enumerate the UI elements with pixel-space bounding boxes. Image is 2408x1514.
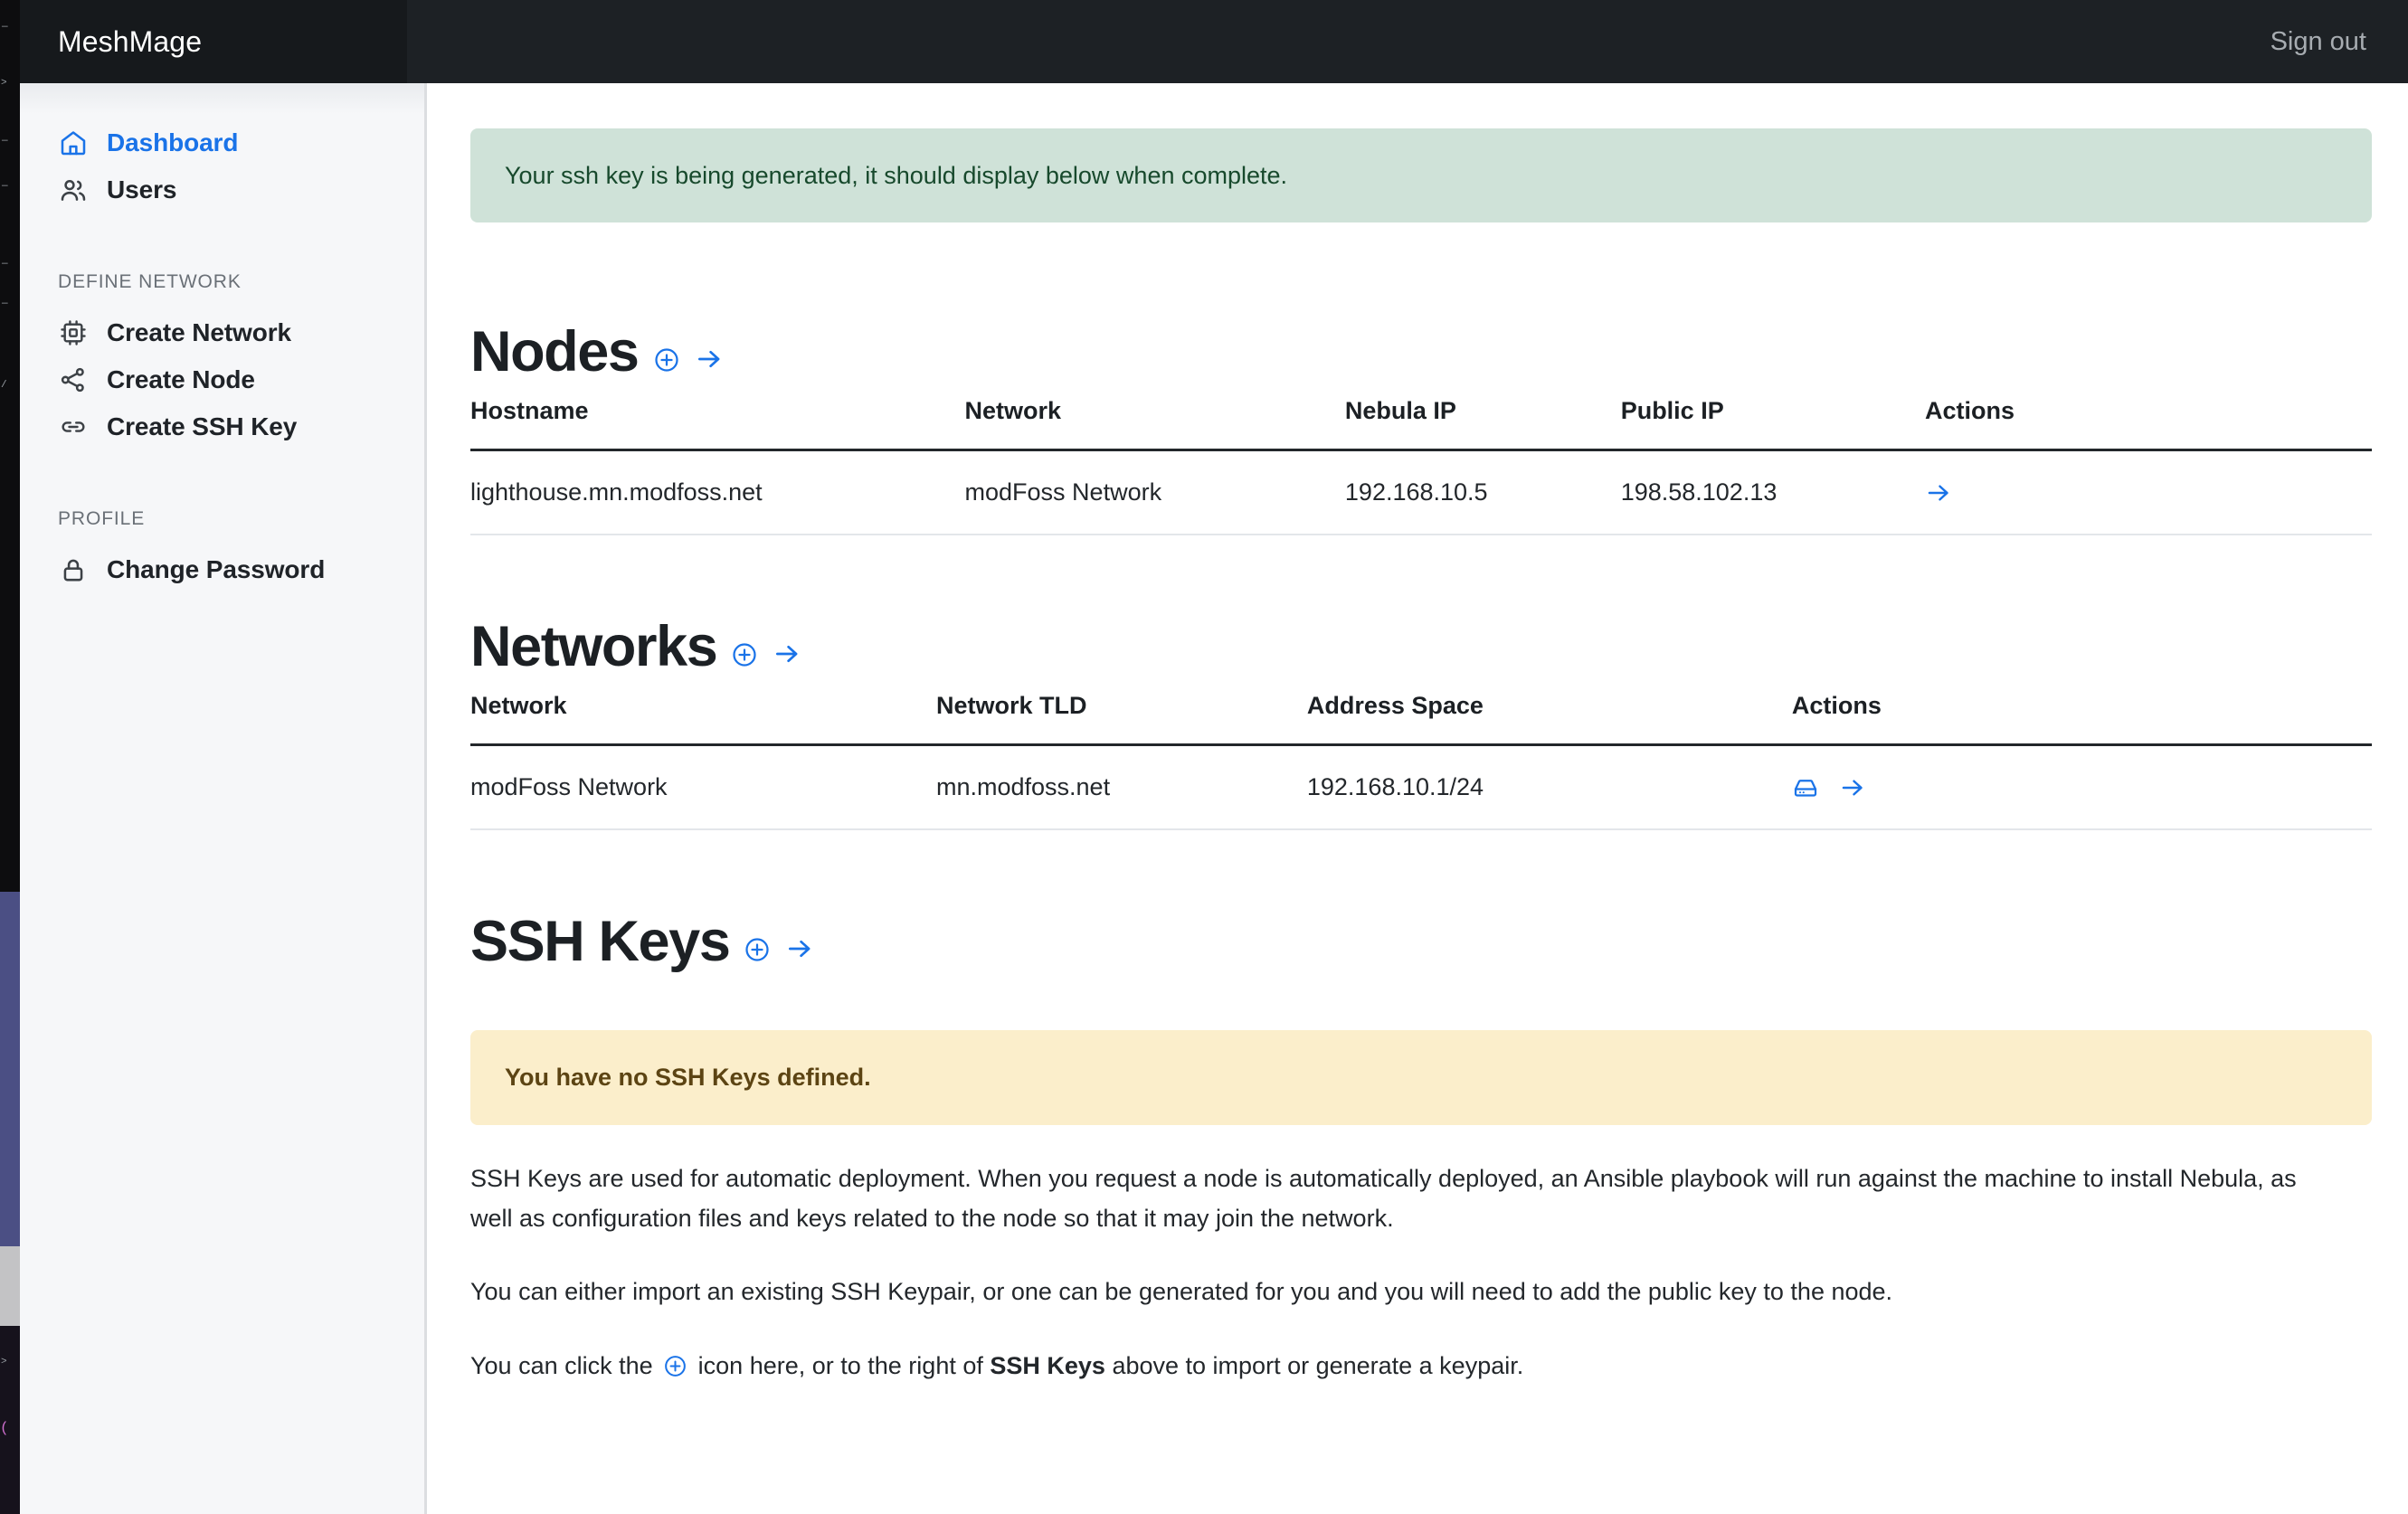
nodes-table: Hostname Network Nebula IP Public IP Act… — [470, 397, 2372, 536]
column-header: Network TLD — [935, 692, 1307, 747]
view-node-link[interactable] — [1925, 479, 1952, 506]
sidebar-item-create-network[interactable]: Create Network — [20, 309, 424, 356]
table-row: modFoss Network mn.modfoss.net 192.168.1… — [470, 744, 2372, 831]
bg-glyph: — — [2, 259, 8, 270]
sidebar-section-define-network: DEFINE NETWORK — [58, 271, 242, 292]
add-ssh-key-button[interactable] — [744, 936, 771, 970]
sidebar-item-change-password[interactable]: Change Password — [20, 546, 424, 593]
column-header: Actions — [1925, 397, 2372, 452]
add-network-button[interactable] — [731, 641, 758, 676]
bg-glyph: — — [2, 136, 8, 147]
bg-glyph: — — [2, 298, 8, 309]
node-nebula-ip-cell: 192.168.10.5 — [1344, 449, 1621, 536]
page-title-ssh-keys: SSH Keys — [470, 910, 731, 974]
ssh-key-generating-alert: Your ssh key is being generated, it shou… — [470, 128, 2372, 223]
view-all-ssh-keys-link[interactable] — [785, 934, 814, 970]
sidebar-item-dashboard[interactable]: Dashboard — [20, 119, 424, 166]
brand-block[interactable]: MeshMage — [20, 0, 407, 83]
view-all-nodes-link[interactable] — [695, 345, 724, 381]
sidebar-item-label: Create Node — [107, 365, 255, 393]
app-window: MeshMage Sign out Dashboard Users DEFINE… — [20, 0, 2408, 1514]
sign-out-link[interactable]: Sign out — [2271, 27, 2408, 57]
cpu-icon — [58, 317, 89, 348]
bg-glyph: — — [2, 181, 8, 192]
bg-glyph: > — [1, 78, 7, 89]
ssh-keys-paragraph-3: You can click the icon here, or to the r… — [470, 1347, 2307, 1386]
background-window-sliver: — > — — — — / > ( — [0, 0, 20, 1514]
link-icon — [58, 412, 89, 442]
column-header: Nebula IP — [1344, 397, 1621, 452]
page-title-nodes: Nodes — [470, 320, 640, 384]
network-name-cell: modFoss Network — [470, 744, 936, 831]
sidebar-item-label: Users — [107, 175, 177, 203]
network-actions-cell — [1791, 744, 2372, 831]
app-title: MeshMage — [58, 24, 203, 58]
network-address-space-cell: 192.168.10.1/24 — [1306, 744, 1792, 831]
sidebar: Dashboard Users DEFINE NETWORK Create Ne… — [20, 83, 427, 1514]
network-tld-cell: mn.modfoss.net — [935, 744, 1307, 831]
table-header-row: Hostname Network Nebula IP Public IP Act… — [470, 397, 2372, 452]
users-icon — [58, 175, 89, 205]
column-header: Network — [964, 397, 1345, 452]
node-network-cell: modFoss Network — [964, 449, 1345, 536]
node-hostname-cell: lighthouse.mn.modfoss.net — [470, 449, 965, 536]
paragraph-3-part-b: icon here, or to the right of — [697, 1352, 983, 1380]
node-public-ip-cell: 198.58.102.13 — [1620, 449, 1925, 536]
alert-text: Your ssh key is being generated, it shou… — [505, 162, 1288, 189]
sidebar-item-create-ssh-key[interactable]: Create SSH Key — [20, 403, 424, 450]
column-header: Actions — [1791, 692, 2372, 747]
view-all-networks-link[interactable] — [773, 639, 801, 676]
home-icon — [58, 128, 89, 158]
column-header: Address Space — [1306, 692, 1792, 747]
node-actions-cell — [1925, 449, 2372, 536]
sidebar-item-label: Dashboard — [107, 128, 239, 156]
bg-glyph: — — [2, 22, 8, 33]
ssh-keys-section-header: SSH Keys — [470, 913, 2372, 970]
plus-circle-icon[interactable] — [663, 1354, 687, 1378]
sidebar-item-create-node[interactable]: Create Node — [20, 356, 424, 403]
bg-glyph: / — [1, 380, 7, 391]
add-node-button[interactable] — [653, 346, 680, 381]
sidebar-section-profile: PROFILE — [58, 508, 146, 529]
bg-editor-strip — [0, 0, 20, 892]
column-header: Hostname — [470, 397, 965, 452]
sidebar-item-label: Create Network — [107, 318, 292, 346]
networks-section-header: Networks — [470, 619, 2372, 676]
ssh-keys-paragraph-1: SSH Keys are used for automatic deployme… — [470, 1164, 2297, 1232]
column-header: Network — [470, 692, 936, 747]
bg-gray-strip — [0, 1246, 20, 1326]
no-ssh-keys-alert: You have no SSH Keys defined. — [470, 1030, 2372, 1125]
sidebar-item-label: Change Password — [107, 555, 326, 583]
top-bar: MeshMage Sign out — [20, 0, 2408, 83]
nodes-section-header: Nodes — [470, 324, 2372, 381]
hard-drive-icon[interactable] — [1792, 774, 1819, 801]
table-row: lighthouse.mn.modfoss.net modFoss Networ… — [470, 449, 2372, 536]
bg-indigo-strip — [0, 892, 20, 1246]
bg-glyph-pink: ( — [0, 1420, 9, 1436]
paragraph-3-part-a: You can click the — [470, 1352, 653, 1380]
networks-table: Network Network TLD Address Space Action… — [470, 692, 2372, 831]
column-header: Public IP — [1620, 397, 1925, 452]
paragraph-3-part-c: above to import or generate a keypair. — [1112, 1352, 1524, 1380]
share-nodes-icon — [58, 364, 89, 395]
bg-glyph: > — [1, 1357, 7, 1367]
sidebar-item-label: Create SSH Key — [107, 412, 298, 440]
table-header-row: Network Network TLD Address Space Action… — [470, 692, 2372, 747]
paragraph-3-bold: SSH Keys — [990, 1352, 1105, 1380]
lock-icon — [58, 554, 89, 585]
main-content: Your ssh key is being generated, it shou… — [430, 83, 2408, 1514]
alert-text: You have no SSH Keys defined. — [505, 1064, 871, 1092]
view-network-link[interactable] — [1839, 774, 1866, 801]
sidebar-item-users[interactable]: Users — [20, 166, 424, 213]
page-title-networks: Networks — [470, 615, 718, 679]
ssh-keys-paragraph-2: You can either import an existing SSH Ke… — [470, 1278, 1893, 1306]
